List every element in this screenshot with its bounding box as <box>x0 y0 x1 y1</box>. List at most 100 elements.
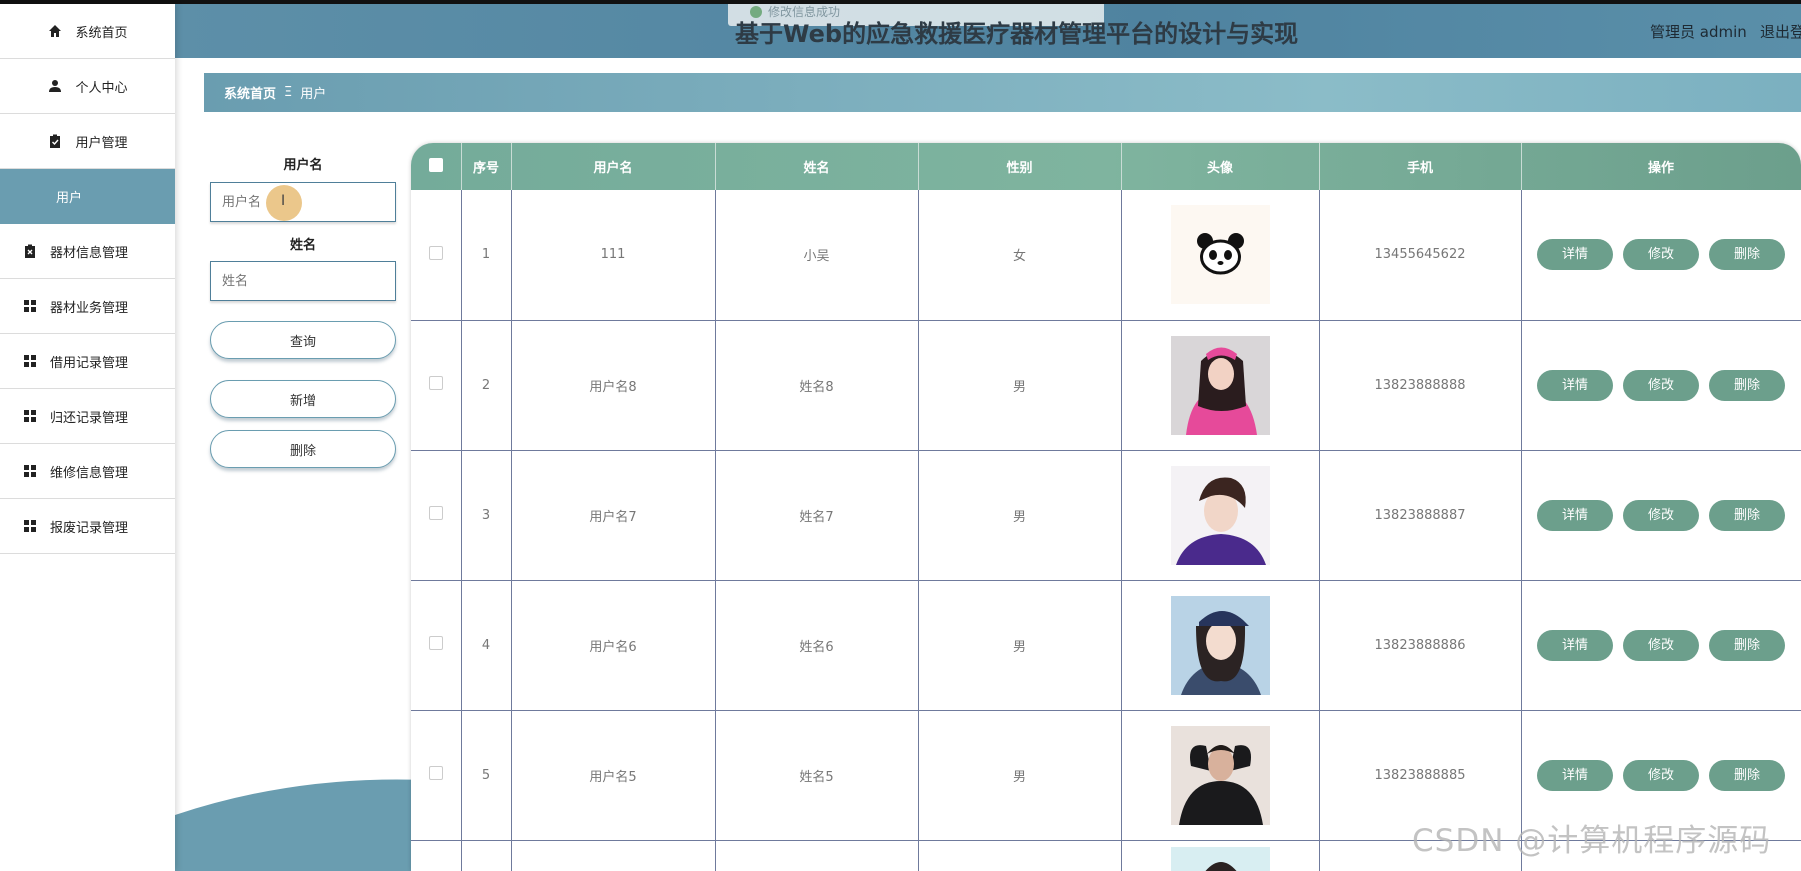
row-checkbox[interactable] <box>428 245 443 260</box>
row-checkbox[interactable] <box>428 636 443 650</box>
avatar-photo <box>1170 725 1270 825</box>
sidebar-item-label: 器材业务管理 <box>50 300 129 316</box>
cell-actions: 详情 修改 删除 <box>1521 190 1801 321</box>
decorative-wave <box>175 779 425 871</box>
row-checkbox-cell <box>411 320 462 451</box>
sidebar-item-return-records[interactable]: 归还记录管理 <box>0 389 175 444</box>
sidebar-item-label: 系统首页 <box>75 25 128 41</box>
avatar-photo <box>1170 846 1270 871</box>
delete-button[interactable]: 删除 <box>1709 239 1785 271</box>
grid-icon <box>22 353 38 369</box>
table-row: 4 用户名6 姓名6 男 13823888886 详情 修改 删除 <box>411 580 1801 711</box>
cell-avatar <box>1121 710 1320 841</box>
sidebar-item-scrap-records[interactable]: 报废记录管理 <box>0 499 175 554</box>
mouse-cursor-highlight: I <box>266 185 302 221</box>
breadcrumb-home[interactable]: 系统首页 <box>224 83 276 102</box>
sidebar-item-borrow-records[interactable]: 借用记录管理 <box>0 334 175 389</box>
cell-username: 用户名7 <box>511 450 716 581</box>
table-row: 2 用户名8 姓名8 男 13823888888 详情 修改 删除 <box>411 320 1801 451</box>
avatar-photo <box>1170 465 1270 565</box>
cell-gender: 男 <box>918 580 1122 711</box>
username-search-input[interactable] <box>210 182 396 222</box>
sidebar-item-profile[interactable]: 个人中心 <box>0 59 175 114</box>
sidebar: 系统首页 个人中心 用户管理 用户 器材信息管理 器材业务管理 借用记录管理 归… <box>0 4 175 871</box>
grid-icon <box>22 408 38 424</box>
edit-button[interactable]: 修改 <box>1623 369 1699 401</box>
row-checkbox[interactable] <box>428 766 443 780</box>
detail-button[interactable]: 详情 <box>1537 369 1613 401</box>
table-header-row: 序号 用户名 姓名 性别 头像 手机 操作 <box>411 143 1801 190</box>
add-button[interactable]: 新增 <box>210 380 396 418</box>
row-checkbox-cell <box>411 580 462 711</box>
cell-avatar <box>1121 190 1320 321</box>
edit-button[interactable]: 修改 <box>1623 499 1699 531</box>
cell-index: 1 <box>461 190 512 321</box>
clipboard-x-icon <box>22 243 38 259</box>
detail-button[interactable]: 详情 <box>1537 499 1613 531</box>
column-header: 姓名 <box>715 143 919 190</box>
cell-username: 用户名6 <box>511 580 716 711</box>
edit-button[interactable]: 修改 <box>1623 759 1699 791</box>
sidebar-item-equipment-business[interactable]: 器材业务管理 <box>0 279 175 334</box>
query-button[interactable]: 查询 <box>210 321 396 359</box>
username-label: 用户名 <box>283 158 323 173</box>
cell-index: 3 <box>461 450 512 581</box>
cell-username: 用户名5 <box>511 710 716 841</box>
sidebar-item-home[interactable]: 系统首页 <box>0 4 175 59</box>
cell-index: 4 <box>461 580 512 711</box>
cell-phone: 13455645622 <box>1319 190 1522 321</box>
column-header: 性别 <box>918 143 1122 190</box>
cell-index: 5 <box>461 710 512 841</box>
top-header: 修改信息成功 基于Web的应急救援医疗器材管理平台的设计与实现 管理员 admi… <box>175 4 1801 58</box>
column-header: 用户名 <box>511 143 716 190</box>
sidebar-item-users[interactable]: 用户 <box>0 169 175 224</box>
column-header: 操作 <box>1521 143 1801 190</box>
sidebar-item-label: 报废记录管理 <box>50 520 129 536</box>
delete-button[interactable]: 删除 <box>1709 629 1785 661</box>
sidebar-item-repair-info[interactable]: 维修信息管理 <box>0 444 175 499</box>
cell-avatar <box>1121 450 1320 581</box>
logout-link[interactable]: 退出登 <box>1760 21 1801 42</box>
cell-username <box>511 840 716 871</box>
row-checkbox-cell <box>411 710 462 841</box>
cell-username: 111 <box>511 190 716 321</box>
name-search-input[interactable] <box>210 261 396 301</box>
batch-delete-button[interactable]: 删除 <box>210 430 396 468</box>
cell-actions: 详情 修改 删除 <box>1521 450 1801 581</box>
column-header: 序号 <box>461 143 512 190</box>
row-checkbox[interactable] <box>428 376 443 390</box>
cell-phone: 13823888887 <box>1319 450 1522 581</box>
row-checkbox[interactable] <box>428 506 443 520</box>
cell-gender: 男 <box>918 710 1122 841</box>
grid-icon <box>22 463 38 479</box>
cell-avatar <box>1121 840 1320 871</box>
sidebar-item-label: 个人中心 <box>75 80 128 96</box>
breadcrumb-current: 用户 <box>300 87 327 102</box>
name-label: 姓名 <box>289 238 316 253</box>
sidebar-item-label: 借用记录管理 <box>50 355 129 371</box>
select-all-cell[interactable] <box>411 143 462 190</box>
text-cursor-icon: I <box>281 193 286 209</box>
select-all-checkbox[interactable] <box>428 157 443 172</box>
sidebar-item-user-management[interactable]: 用户管理 <box>0 114 175 169</box>
delete-button[interactable]: 删除 <box>1709 499 1785 531</box>
cell-username: 用户名8 <box>511 320 716 451</box>
delete-button[interactable]: 删除 <box>1709 369 1785 401</box>
detail-button[interactable]: 详情 <box>1537 629 1613 661</box>
avatar-panda <box>1170 205 1270 305</box>
cell-gender <box>918 840 1122 871</box>
sidebar-item-equipment-info[interactable]: 器材信息管理 <box>0 224 175 279</box>
cell-gender: 女 <box>918 190 1122 321</box>
avatar-photo <box>1170 595 1270 695</box>
detail-button[interactable]: 详情 <box>1537 239 1613 271</box>
detail-button[interactable]: 详情 <box>1537 759 1613 791</box>
cell-name: 姓名7 <box>715 450 919 581</box>
grid-icon <box>22 518 38 534</box>
edit-button[interactable]: 修改 <box>1623 239 1699 271</box>
edit-button[interactable]: 修改 <box>1623 629 1699 661</box>
row-checkbox-cell <box>411 450 462 581</box>
breadcrumb: 系统首页 Ξ 用户 <box>204 73 1801 112</box>
delete-button[interactable]: 删除 <box>1709 759 1785 791</box>
breadcrumb-separator: Ξ <box>284 85 293 100</box>
row-checkbox-cell <box>411 190 462 321</box>
